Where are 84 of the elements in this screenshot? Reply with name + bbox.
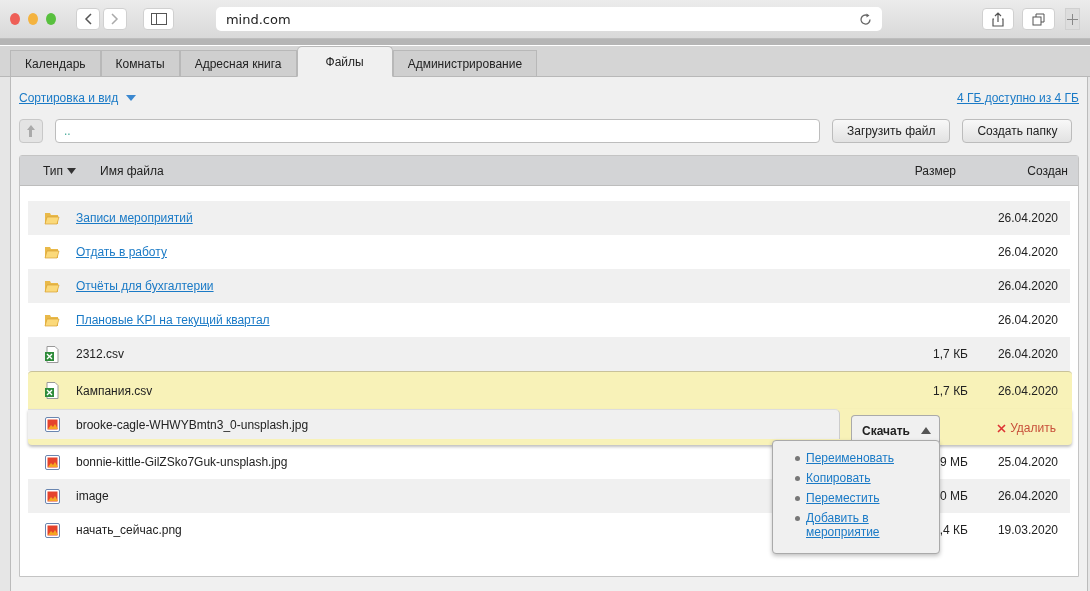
image-file-icon [44,488,60,504]
storage-link[interactable]: 4 ГБ доступно из 4 ГБ [956,91,1079,105]
url-text: mind.com [225,11,291,27]
share-icon [992,11,1005,27]
tabs-icon [1031,12,1045,26]
forward-button[interactable] [103,8,128,30]
minimize-icon[interactable] [28,13,39,25]
share-button[interactable] [981,8,1015,30]
reload-icon [858,12,872,26]
folder-icon [44,211,60,225]
file-row[interactable]: Отчёты для бухгалтерии 26.04.2020 [28,269,1070,303]
column-header[interactable]: Создан [1027,163,1068,178]
delete-link[interactable]: Удалить [997,421,1056,435]
chevron-right-icon [111,13,120,25]
bullet-icon [795,516,800,521]
created-date: 26.04.2020 [997,279,1058,293]
caret-down-icon [126,95,137,101]
up-folder-button[interactable] [19,119,43,143]
folder-icon [44,279,60,293]
chevron-left-icon [84,13,93,25]
file-size: 0 МБ [940,489,968,503]
file-name: image [76,489,109,503]
bullet-icon [795,496,800,501]
menu-link[interactable]: Переименовать [806,451,894,465]
folder-link[interactable]: Отдать в работу [76,245,868,259]
created-date: 26.04.2020 [997,383,1058,398]
file-size: ,4 КБ [939,523,968,537]
new-tab-button[interactable] [1064,8,1080,30]
file-size: 1,7 КБ [933,383,968,398]
sidebar-icon [150,13,167,25]
tab[interactable]: Адресная книга [179,50,297,76]
up-arrow-icon [26,125,36,137]
tab[interactable]: Комнаты [100,50,180,76]
created-date: 26.04.2020 [997,211,1058,225]
folder-link[interactable]: Плановые KPI на текущий квартал [76,313,868,327]
folder-link[interactable]: Отчёты для бухгалтерии [76,279,868,293]
file-name: brooke-cagle-WHWYBmtn3_0-unsplash.jpg [76,417,309,432]
spreadsheet-file-icon [44,345,60,363]
delete-icon [997,423,1007,433]
address-bar[interactable]: mind.com [215,7,882,31]
created-date: 26.04.2020 [997,245,1058,259]
created-date: 26.04.2020 [997,347,1058,361]
file-name: bonnie-kittle-GilZSko7Guk-unsplash.jpg [76,455,288,469]
column-header[interactable]: Имя файла [100,163,164,178]
toolbar-button[interactable]: Загрузить файл [832,119,951,143]
spreadsheet-file-icon [44,382,60,399]
created-date: 25.04.2020 [997,455,1058,469]
image-file-icon [44,454,60,470]
bullet-icon [795,476,800,481]
selected-file-row[interactable]: Кампания.csv 1,7 КБ 26.04.2020 [28,371,1072,409]
file-size: 1,7 КБ [933,347,968,361]
folder-icon [44,313,60,327]
caret-up-icon [921,427,931,434]
plus-icon [1066,13,1078,25]
close-icon[interactable] [10,13,21,25]
file-row[interactable]: Записи мероприятий 26.04.2020 [28,201,1070,235]
image-file-icon [44,417,60,432]
file-size: 9 МБ [940,455,968,469]
folder-icon [44,245,60,259]
file-name: 2312.csv [76,347,125,361]
type-column-header[interactable]: Тип [20,163,76,178]
maximize-icon[interactable] [46,13,57,25]
caret-down-icon [67,167,76,174]
folder-link[interactable]: Записи мероприятий [76,211,868,225]
file-name: начать_сейчас.png [76,523,182,537]
tab[interactable]: Файлы [296,46,393,77]
column-header[interactable]: Размер [914,163,968,178]
sort-view-link[interactable]: Сортировка и вид [19,91,119,105]
toolbar-button[interactable]: Создать папку [962,119,1073,143]
created-date: 19.03.2020 [997,523,1058,537]
tab[interactable]: Календарь [10,50,101,76]
bullet-icon [795,456,800,461]
tab[interactable]: Администрирование [392,50,538,76]
created-date: 26.04.2020 [997,313,1058,327]
file-row[interactable]: brooke-cagle-WHWYBmtn3_0-unsplash.jpg [28,409,840,439]
file-row[interactable]: 2312.csv 1,7 КБ 26.04.2020 [28,337,1070,371]
back-button[interactable] [76,8,101,30]
menu-link[interactable]: Добавить в мероприятие [806,511,929,539]
sidebar-button[interactable] [143,8,174,30]
tabs-button[interactable] [1022,8,1055,30]
created-date: 26.04.2020 [997,489,1058,503]
file-name: Кампания.csv [76,383,153,398]
menu-link[interactable]: Переместить [806,491,880,505]
image-file-icon [44,522,60,538]
